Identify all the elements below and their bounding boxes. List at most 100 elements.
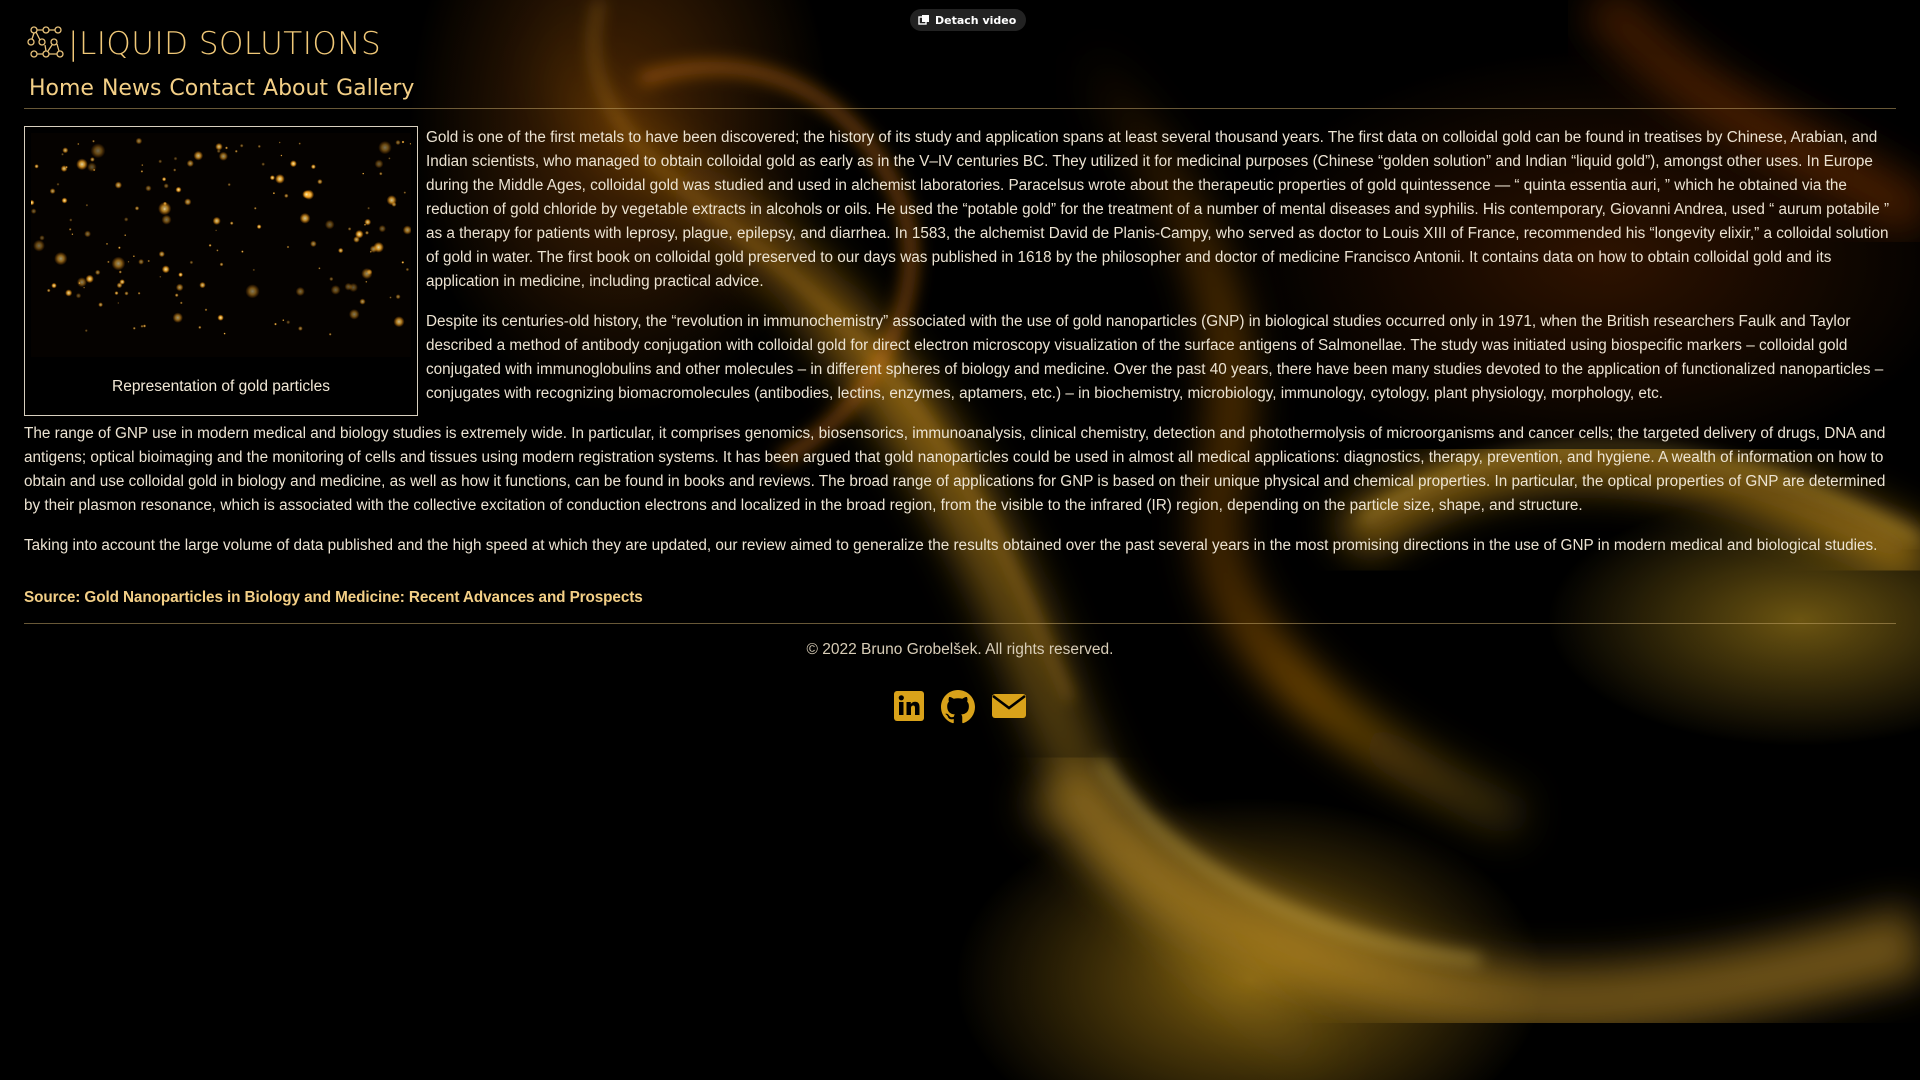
github-link[interactable]	[941, 690, 975, 724]
gold-particle	[403, 191, 407, 194]
gold-particle	[95, 269, 101, 276]
article-paragraph-4: Taking into account the large volume of …	[24, 537, 1878, 554]
nav-item-home[interactable]: Home	[29, 76, 94, 101]
gold-particle	[56, 182, 60, 186]
social-links	[24, 690, 1896, 724]
gold-particle	[173, 168, 177, 172]
gold-particle	[31, 208, 37, 214]
nav-item-contact[interactable]: Contact	[169, 76, 255, 101]
gold-particle	[252, 268, 256, 272]
gold-particle	[92, 139, 95, 143]
email-link[interactable]	[991, 690, 1027, 724]
molecule-logo-icon	[26, 24, 66, 64]
gold-particle	[61, 197, 68, 204]
brand-title: |LIQUID SOLUTIONS	[68, 26, 382, 62]
gold-particle	[362, 172, 365, 175]
gold-particle	[227, 183, 231, 187]
copyright: © 2022 Bruno Grobelšek. All rights reser…	[806, 641, 1114, 658]
github-icon	[941, 690, 975, 724]
gold-particle	[140, 170, 144, 173]
gold-particle	[318, 267, 321, 270]
gold-particle	[178, 272, 184, 278]
gold-particle	[275, 174, 285, 184]
gold-particle	[159, 275, 162, 278]
gold-particle	[215, 142, 223, 151]
gold-particle	[295, 286, 305, 297]
article-paragraph-3: The range of GNP use in modern medical a…	[24, 425, 1886, 514]
gold-particle	[175, 283, 184, 292]
gold-particle	[61, 152, 64, 156]
brand[interactable]: |LIQUID SOLUTIONS	[26, 24, 381, 64]
gold-particle	[299, 212, 311, 224]
gold-particle	[208, 243, 212, 247]
gold-particle	[289, 160, 297, 168]
gold-particle	[216, 249, 219, 252]
gold-particle	[219, 262, 224, 267]
gold-particle	[401, 261, 405, 264]
linkedin-link[interactable]	[893, 690, 925, 724]
gold-particle	[77, 142, 80, 146]
nav-item-gallery[interactable]: Gallery	[336, 76, 414, 101]
gold-particle	[158, 159, 163, 164]
gold-particle	[68, 228, 72, 231]
gold-particle	[141, 164, 144, 167]
gold-particle	[212, 216, 221, 225]
gold-particle	[338, 247, 344, 254]
gold-particle	[117, 302, 120, 304]
gold-particle	[62, 147, 69, 154]
source-link[interactable]: Source: Gold Nanoparticles in Biology an…	[24, 586, 1896, 610]
gold-particle	[280, 154, 283, 157]
gold-particle	[256, 224, 262, 230]
gold-particle	[65, 166, 68, 169]
gold-particle	[329, 276, 334, 282]
linkedin-icon	[894, 691, 924, 721]
gold-particle	[365, 280, 368, 283]
gold-particle	[184, 198, 192, 206]
gold-particle	[75, 293, 82, 299]
gold-particle	[234, 149, 238, 153]
gold-particle	[379, 172, 383, 176]
gold-particle	[395, 139, 401, 146]
gold-particle	[71, 233, 74, 236]
gold-particle	[65, 289, 73, 297]
gold-particle	[118, 246, 121, 250]
gold-particle	[76, 277, 87, 288]
gold-particle	[302, 190, 311, 199]
gold-particle	[51, 282, 57, 289]
gold-particle	[198, 325, 202, 329]
gold-particle	[31, 199, 35, 206]
gold-particle	[114, 291, 119, 296]
gold-particle	[158, 251, 165, 258]
gold-particle	[158, 202, 172, 216]
nav-item-news[interactable]: News	[102, 76, 161, 101]
gold-particle	[298, 142, 301, 145]
gold-particle	[124, 234, 127, 237]
gold-particle	[364, 223, 366, 226]
gold-particle	[111, 256, 126, 271]
gold-particle	[401, 140, 405, 144]
footer-divider	[24, 623, 1896, 624]
gold-particle	[405, 267, 410, 272]
article: Representation of gold particles Gold is…	[24, 126, 1896, 610]
nav-item-about[interactable]: About	[263, 76, 328, 101]
gold-particle	[347, 227, 352, 231]
gold-particle	[46, 288, 51, 293]
gold-particle	[374, 159, 384, 169]
gold-particles-image	[31, 133, 411, 357]
gold-particle	[298, 326, 303, 331]
gold-particle	[83, 286, 86, 289]
gold-particle	[388, 157, 391, 160]
detach-video-button[interactable]: Detach video	[910, 9, 1027, 31]
gold-particle	[84, 230, 91, 238]
gold-particle	[186, 159, 194, 167]
gold-particle	[138, 258, 144, 265]
gold-particle	[132, 326, 136, 330]
gold-particle	[257, 144, 261, 148]
gold-particle	[359, 298, 366, 305]
gold-particle	[286, 320, 291, 325]
gold-particle	[132, 255, 135, 258]
gold-particle	[310, 240, 317, 248]
gold-particle	[85, 203, 89, 207]
gold-particle	[204, 308, 208, 312]
gold-particle	[253, 206, 257, 210]
